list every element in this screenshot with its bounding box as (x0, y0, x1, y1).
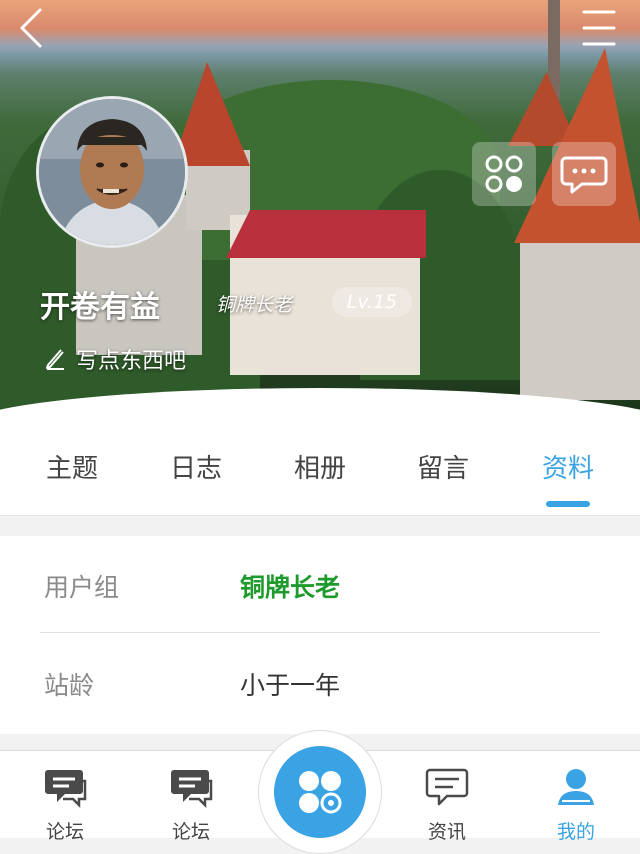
edit-signature-button[interactable]: 写点东西吧 (44, 343, 186, 375)
info-row-user-group: 用户组 铜牌长老 (40, 536, 600, 633)
profile-info-card: 用户组 铜牌长老 站龄 小于一年 (0, 536, 640, 734)
apps-icon (485, 155, 523, 193)
nav-label: 论坛 (171, 821, 210, 843)
cover-scenery (226, 210, 426, 258)
info-row-site-age: 站龄 小于一年 (40, 634, 600, 730)
rank-tag: 铜牌长老 (216, 294, 293, 316)
chat-bubble-icon (45, 770, 87, 809)
nav-label: 我的 (556, 821, 595, 843)
nav-news[interactable]: 资讯 (402, 751, 492, 843)
back-icon[interactable] (14, 6, 54, 50)
active-tab-indicator (546, 501, 590, 507)
avatar-photo (39, 99, 185, 245)
nav-forum[interactable]: 论坛 (20, 751, 110, 843)
tab-messages[interactable]: 留言 (403, 448, 483, 485)
nav-forum-2[interactable]: 论坛 (146, 751, 236, 843)
apps-icon (299, 771, 342, 814)
user-group-value: 铜牌长老 (240, 573, 341, 602)
message-icon (425, 768, 469, 806)
info-label: 站龄 (44, 671, 95, 700)
chat-icon (560, 156, 608, 194)
nav-label: 资讯 (427, 821, 466, 843)
pencil-icon (46, 349, 64, 370)
profile-tabs: 主题 日志 相册 留言 资料 (0, 412, 640, 516)
chat-button[interactable] (552, 142, 616, 206)
center-apps-button[interactable] (274, 746, 366, 838)
apps-button[interactable] (472, 142, 536, 206)
tab-album[interactable]: 相册 (280, 448, 360, 485)
tab-profile-info[interactable]: 资料 (528, 448, 608, 485)
menu-icon[interactable] (578, 8, 620, 48)
tab-topics[interactable]: 主题 (32, 448, 112, 485)
username: 开卷有益 (40, 290, 160, 325)
nav-label: 论坛 (45, 821, 84, 843)
avatar[interactable] (36, 96, 188, 248)
chat-bubble-icon (171, 770, 213, 809)
signature-prompt: 写点东西吧 (76, 349, 187, 374)
cover-scenery (520, 230, 640, 400)
nav-mine[interactable]: 我的 (531, 751, 621, 843)
level-badge: Lv.15 (332, 287, 412, 317)
person-icon (558, 769, 594, 805)
site-age-value: 小于一年 (240, 671, 341, 700)
tab-journal[interactable]: 日志 (156, 448, 236, 485)
info-label: 用户组 (44, 573, 120, 602)
